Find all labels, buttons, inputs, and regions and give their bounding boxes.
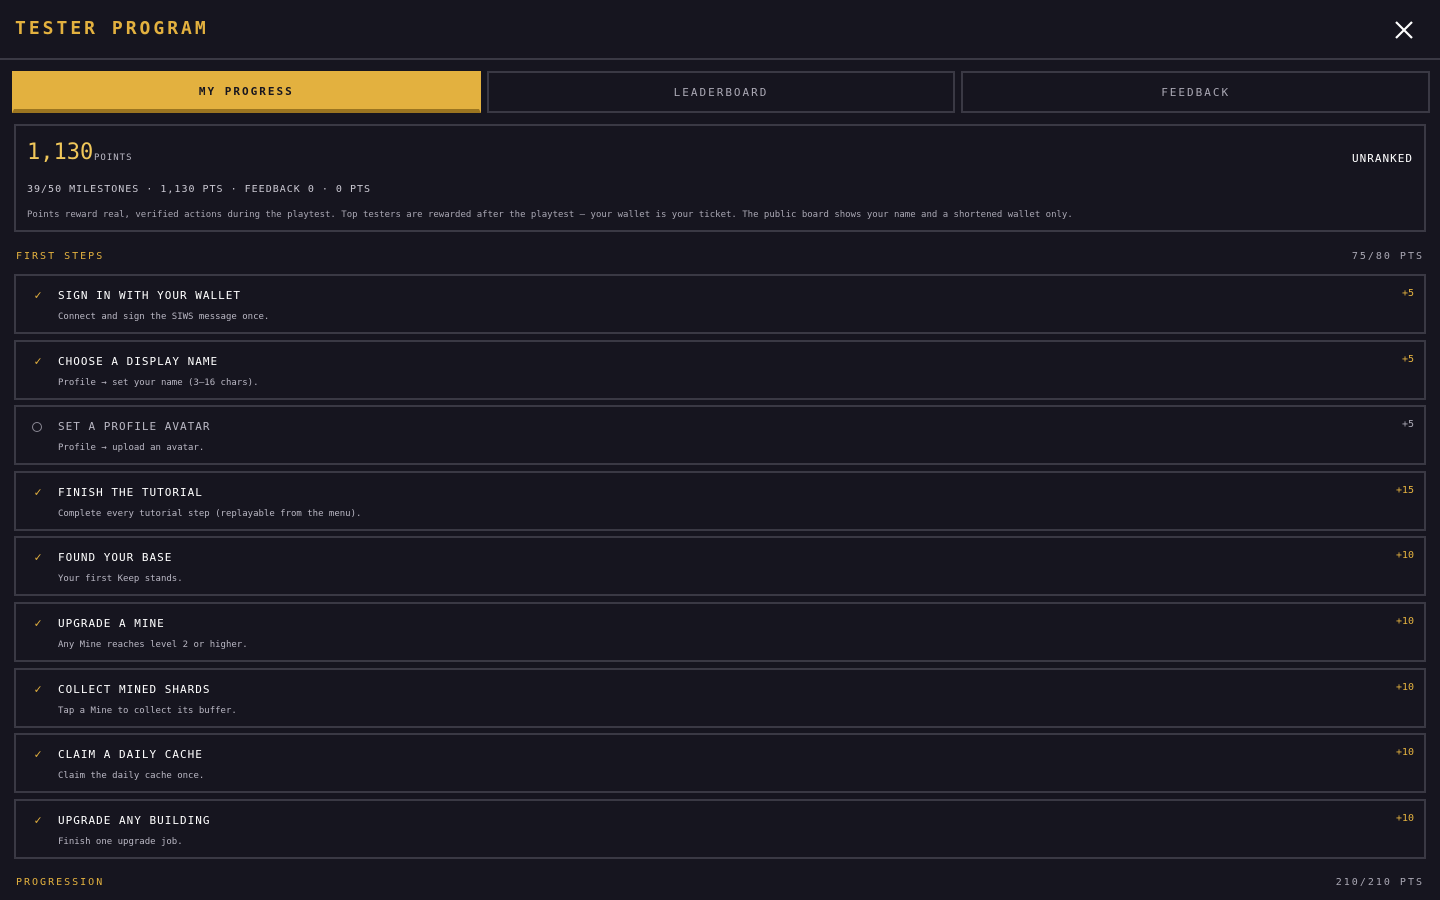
section-title: PROGRESSION: [16, 877, 105, 888]
milestone-item: ✓ UPGRADE ANY BUILDING Finish one upgrad…: [14, 799, 1426, 859]
check-icon: ✓: [34, 354, 42, 368]
milestone-title: COLLECT MINED SHARDS: [58, 683, 211, 696]
milestone-points: +10: [1395, 813, 1414, 824]
milestone-item: ✓ SIGN IN WITH YOUR WALLET Connect and s…: [14, 274, 1426, 334]
section-title: FIRST STEPS: [16, 251, 105, 262]
milestone-description: Claim the daily cache once.: [58, 771, 205, 781]
progress-summary: 1,130 POINTS UNRANKED 39/50 MILESTONES ·…: [14, 124, 1426, 232]
tab-leaderboard[interactable]: LEADERBOARD: [486, 71, 956, 113]
milestone-title: FOUND YOUR BASE: [58, 551, 173, 564]
check-icon: ✓: [34, 550, 42, 564]
header: TESTER PROGRAM: [0, 0, 1440, 60]
check-icon: ✓: [34, 747, 42, 761]
milestone-title: SET A PROFILE AVATAR: [58, 420, 211, 433]
points-value: 1,130: [27, 140, 94, 165]
section-header-progression: PROGRESSION 210/210 PTS: [16, 877, 1424, 891]
close-icon: [1395, 21, 1413, 39]
tab-bar: MY PROGRESS LEADERBOARD FEEDBACK: [12, 71, 1431, 113]
milestone-description: Your first Keep stands.: [58, 574, 183, 584]
milestone-description: Connect and sign the SIWS message once.: [58, 312, 270, 322]
check-icon: ✓: [34, 485, 42, 499]
milestone-item: ✓ COLLECT MINED SHARDS Tap a Mine to col…: [14, 668, 1426, 728]
milestone-points: +5: [1401, 354, 1414, 365]
points-label: POINTS: [94, 153, 133, 163]
milestone-item: ✓ CLAIM A DAILY CACHE Claim the daily ca…: [14, 733, 1426, 793]
milestone-title: FINISH THE TUTORIAL: [58, 486, 203, 499]
milestone-points: +15: [1395, 485, 1414, 496]
milestone-description: Profile → set your name (3–16 chars).: [58, 378, 259, 388]
milestone-item: ✓ UPGRADE A MINE Any Mine reaches level …: [14, 602, 1426, 662]
milestone-points: +5: [1401, 419, 1414, 430]
tab-feedback[interactable]: FEEDBACK: [961, 71, 1431, 113]
check-icon: ✓: [34, 288, 42, 302]
tab-my-progress[interactable]: MY PROGRESS: [12, 71, 481, 113]
milestone-item: ✓ CHOOSE A DISPLAY NAME Profile → set yo…: [14, 340, 1426, 400]
milestone-description: Any Mine reaches level 2 or higher.: [58, 640, 248, 650]
milestone-points: +5: [1401, 288, 1414, 299]
milestone-points: +10: [1395, 747, 1414, 758]
section-points: 75/80 PTS: [1351, 251, 1424, 262]
milestone-item: ✓ FINISH THE TUTORIAL Complete every tut…: [14, 471, 1426, 531]
page-title: TESTER PROGRAM: [15, 18, 209, 39]
milestone-item: ✓ FOUND YOUR BASE Your first Keep stands…: [14, 536, 1426, 596]
milestone-description: Complete every tutorial step (replayable…: [58, 509, 362, 519]
rank-badge: UNRANKED: [1352, 152, 1413, 165]
milestone-title: UPGRADE ANY BUILDING: [58, 814, 211, 827]
milestone-title: SIGN IN WITH YOUR WALLET: [58, 289, 241, 302]
check-icon: ✓: [34, 616, 42, 630]
milestone-stats: 39/50 MILESTONES · 1,130 PTS · FEEDBACK …: [27, 184, 372, 195]
milestone-description: Finish one upgrade job.: [58, 837, 183, 847]
milestone-title: CLAIM A DAILY CACHE: [58, 748, 203, 761]
milestone-points: +10: [1395, 616, 1414, 627]
section-points: 210/210 PTS: [1335, 877, 1424, 888]
circle-icon: [32, 422, 42, 432]
milestone-description: Profile → upload an avatar.: [58, 443, 205, 453]
milestone-description: Tap a Mine to collect its buffer.: [58, 706, 237, 716]
milestone-title: CHOOSE A DISPLAY NAME: [58, 355, 219, 368]
check-icon: ✓: [34, 813, 42, 827]
milestone-points: +10: [1395, 682, 1414, 693]
close-button[interactable]: [1392, 18, 1416, 42]
milestone-title: UPGRADE A MINE: [58, 617, 165, 630]
section-header-first-steps: FIRST STEPS 75/80 PTS: [16, 251, 1424, 265]
check-icon: ✓: [34, 682, 42, 696]
points-note: Points reward real, verified actions dur…: [27, 210, 1073, 220]
milestone-points: +10: [1395, 550, 1414, 561]
milestone-item: SET A PROFILE AVATAR Profile → upload an…: [14, 405, 1426, 465]
